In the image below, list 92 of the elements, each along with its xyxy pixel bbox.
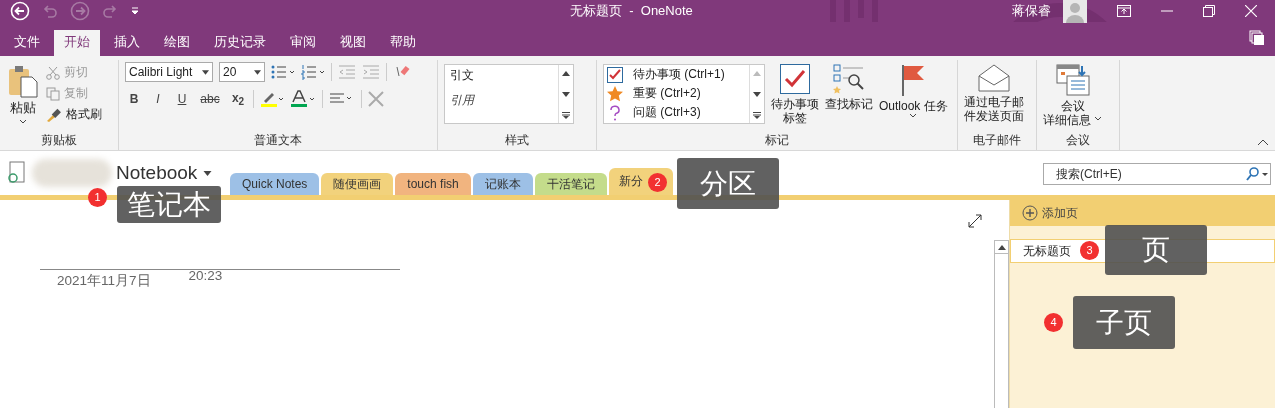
menu-tab[interactable]: 开始 [54,30,100,56]
search-icon[interactable] [1246,167,1268,181]
windows-icon[interactable] [1249,30,1265,46]
font-color-icon[interactable] [290,90,316,108]
scroll-down-icon[interactable] [562,91,570,97]
tags-gallery[interactable]: 待办事项 (Ctrl+1) 重要 (Ctrl+2) 问题 (Ctrl+3) [603,64,765,124]
section-tab[interactable]: 干活笔记 [534,173,607,195]
tag-item[interactable]: 重要 (Ctrl+2) [607,85,746,102]
copy-icon [46,86,60,101]
ribbon-button[interactable]: Outlook 任务 [879,64,948,132]
notebook-icon[interactable] [8,161,28,185]
ribbon-button[interactable]: 待办事项 标签 [771,64,819,132]
section-tab[interactable]: touch fish [395,173,471,195]
customize-icon[interactable] [130,6,140,16]
page-date: 2021年11月7日 [57,272,151,290]
email-page-button[interactable]: 通过电子邮 件发送页面 [964,64,1024,132]
format-painter-button[interactable]: 格式刷 [46,106,102,123]
scissors-icon [46,65,60,80]
group-label: 样式 [504,132,530,149]
menu-tab[interactable]: 审阅 [280,30,326,56]
restore-icon[interactable] [1203,5,1215,17]
subscript-button[interactable]: x$_{2}$ [229,90,247,108]
find-tags-icon [833,64,865,94]
checkbox-icon [780,64,810,94]
menu-tab[interactable]: 插入 [104,30,150,56]
section-tab[interactable]: 随便画画 [321,173,394,195]
more-icon[interactable] [753,112,761,119]
underline-button[interactable]: U [173,92,191,106]
envelope-icon [978,64,1010,92]
caret-icon [203,170,213,176]
user-name[interactable]: 蒋保睿 [1012,2,1051,20]
scroll-up-icon[interactable] [562,71,570,76]
font-dropdown[interactable]: Calibri Light [125,62,213,82]
style-item[interactable]: 引文 [450,67,553,84]
ribbon-button[interactable]: 查找标记 [825,64,873,132]
tag-item[interactable]: 问题 (Ctrl+3) [607,104,746,121]
font-size-dropdown[interactable]: 20 [219,62,265,82]
tag-item[interactable]: 待办事项 (Ctrl+1) [607,66,746,83]
calendar-icon [1055,64,1090,96]
menu-tab[interactable]: 帮助 [380,30,426,56]
menu-tab[interactable]: 绘图 [154,30,200,56]
group-label: 电子邮件 [972,132,1022,149]
star-icon [607,85,623,102]
group-label: 标记 [764,132,790,149]
caret-icon [909,113,918,118]
meeting-details-button[interactable]: 会议 详细信息 [1043,64,1102,132]
plus-icon [1022,205,1038,221]
search-field[interactable]: 搜索(Ctrl+E) [1043,163,1271,185]
more-icon[interactable] [562,112,570,119]
numbering-icon[interactable] [301,64,325,80]
notebook-dropdown[interactable]: Notebook [116,162,213,184]
bold-button[interactable]: B [125,92,143,106]
annotation-tooltip: 笔记本 [117,186,221,223]
brush-icon [46,107,62,122]
caret-icon [19,119,27,124]
collapse-ribbon-icon[interactable] [1257,138,1269,146]
flag-icon [900,64,927,96]
italic-button[interactable]: I [149,92,167,106]
add-page-button[interactable]: 添加页 [1010,200,1275,226]
caret-icon [254,69,261,75]
group-label: 会议 [1065,132,1091,149]
style-item[interactable]: 引用 [450,92,553,109]
menu-tab[interactable]: 文件 [4,30,50,56]
section-tab[interactable]: Quick Notes [230,173,320,195]
clipboard-icon [6,64,40,98]
group-label: 剪贴板 [40,132,78,149]
styles-gallery[interactable]: 引文 引用 [444,64,574,124]
strike-button[interactable]: abc [197,92,223,106]
expand-icon[interactable] [968,214,982,228]
scroll-up-icon[interactable] [997,244,1006,250]
annotation-tooltip: 分区 [677,158,779,209]
close-icon[interactable] [1245,5,1257,17]
annotation-tooltip: 子页 [1073,296,1175,349]
scroll-down-icon[interactable] [753,91,761,97]
scrollbar[interactable] [994,240,1009,408]
paste-button[interactable]: 粘贴 [6,64,40,132]
question-icon [607,104,623,121]
ribbon-display-icon[interactable] [1117,5,1131,17]
caret-icon [1094,116,1102,121]
page-time: 20:23 [188,268,223,285]
number-badge: 1 [88,188,107,207]
back-icon[interactable] [10,1,30,21]
window-title: 无标题页 - OneNote [570,2,693,20]
caret-icon [202,69,209,75]
menu-tab[interactable]: 视图 [330,30,376,56]
bullets-icon[interactable] [271,64,295,80]
section-tab[interactable]: 记账本 [472,173,533,195]
highlight-icon[interactable] [260,90,284,108]
group-label: 普通文本 [253,132,303,149]
menu-tab[interactable]: 历史记录 [204,30,276,56]
annotation-tooltip: 页 [1105,225,1207,275]
checkbox-icon [607,66,623,83]
